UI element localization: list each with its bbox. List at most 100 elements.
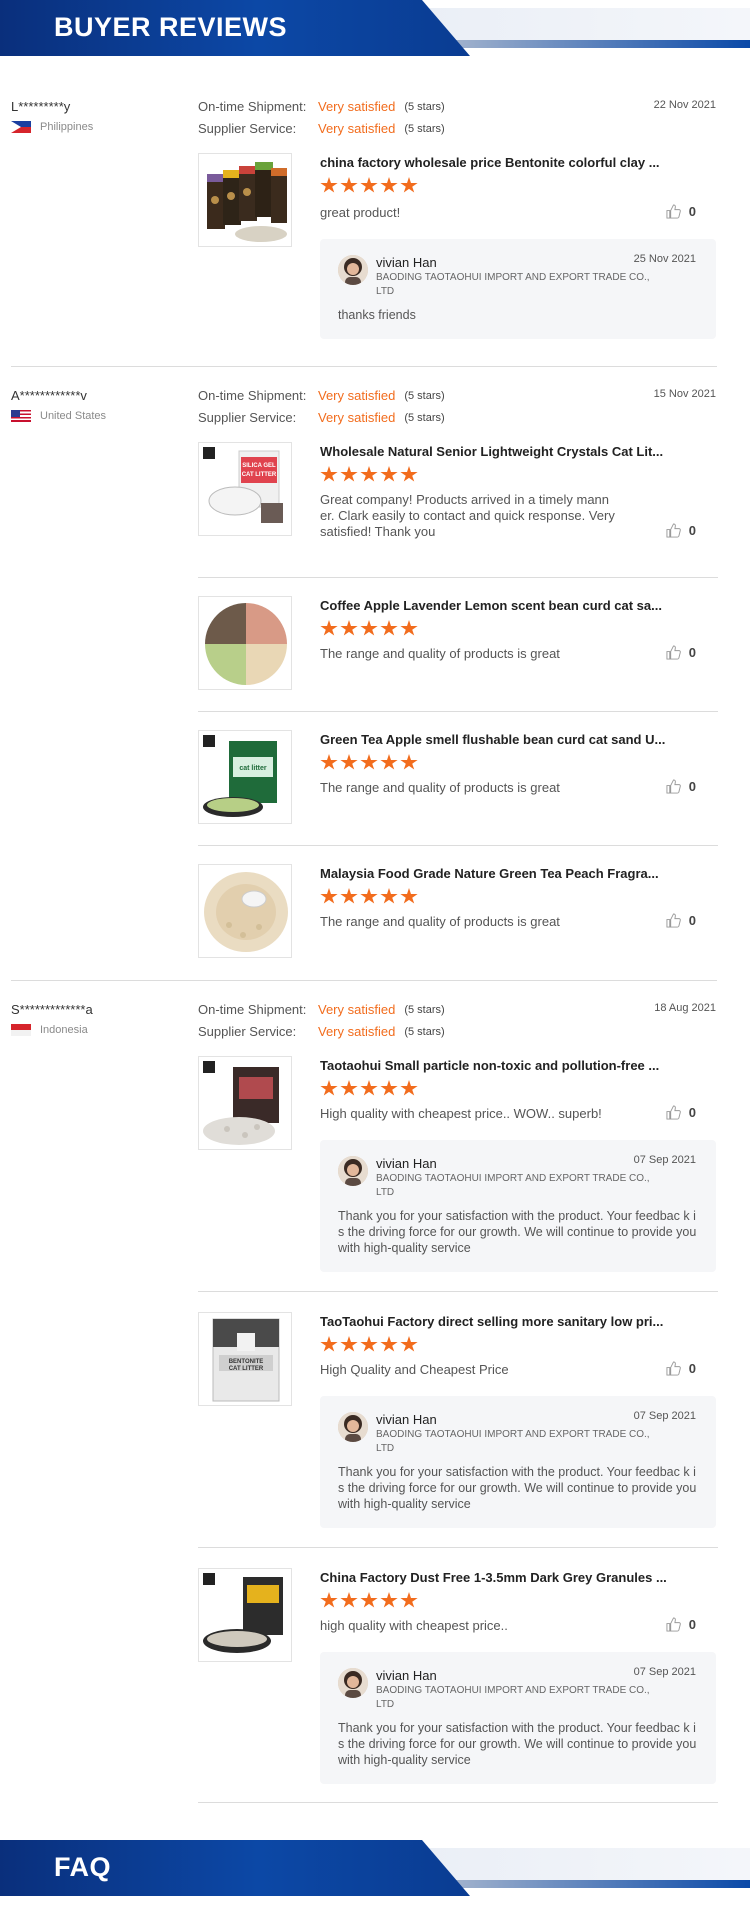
- review-item: China Factory Dust Free 1-3.5mm Dark Gre…: [198, 1568, 718, 1788]
- like-button[interactable]: 0: [666, 204, 696, 219]
- product-title[interactable]: TaoTaohui Factory direct selling more sa…: [320, 1314, 663, 1329]
- like-count: 0: [688, 1361, 696, 1376]
- product-thumbnail[interactable]: SILICA GEL CAT LITTER: [198, 442, 292, 536]
- like-count: 0: [688, 1105, 696, 1120]
- buyer-country: United States: [11, 410, 106, 422]
- product-thumbnail[interactable]: cat litter: [198, 730, 292, 824]
- supplier-label: Supplier Service:: [198, 1024, 297, 1039]
- like-button[interactable]: 0: [666, 523, 696, 538]
- star-icon: [340, 1080, 358, 1096]
- star-icon: [380, 1336, 398, 1352]
- star-rating: [320, 177, 420, 194]
- star-icon: [320, 466, 338, 482]
- supplier-label: Supplier Service:: [198, 410, 297, 425]
- star-icon: [380, 1080, 398, 1096]
- thumbs-up-icon: [666, 1617, 681, 1632]
- star-icon: [340, 177, 358, 193]
- item-divider: [198, 711, 718, 712]
- like-button[interactable]: 0: [666, 1617, 696, 1632]
- review-date: 15 Nov 2021: [653, 388, 716, 400]
- like-count: 0: [688, 913, 696, 928]
- reply-author: vivian Han: [376, 255, 437, 270]
- product-title[interactable]: Malaysia Food Grade Nature Green Tea Pea…: [320, 866, 659, 881]
- like-button[interactable]: 0: [666, 779, 696, 794]
- reply-text: Thank you for your satisfaction with the…: [338, 1465, 697, 1511]
- country-name: Indonesia: [40, 1024, 88, 1036]
- star-icon: [340, 888, 358, 904]
- review-divider: [11, 980, 717, 981]
- svg-text:BENTONITE: BENTONITE: [229, 1359, 264, 1365]
- product-title[interactable]: china factory wholesale price Bentonite …: [320, 155, 660, 170]
- like-count: 0: [688, 523, 696, 538]
- ontime-shipment-rating: On-time Shipment: Very satisfied (5 star…: [198, 388, 445, 403]
- review-comment: high quality with cheapest price..: [320, 1618, 508, 1633]
- product-title[interactable]: Coffee Apple Lavender Lemon scent bean c…: [320, 598, 662, 613]
- avatar: [338, 255, 368, 285]
- star-rating: [320, 754, 420, 771]
- product-title[interactable]: Wholesale Natural Senior Lightweight Cry…: [320, 444, 663, 459]
- star-icon: [340, 1336, 358, 1352]
- product-thumbnail[interactable]: [198, 1568, 292, 1662]
- buyer-country: Indonesia: [11, 1024, 88, 1036]
- supplier-reply: vivian Han BAODING TAOTAOHUI IMPORT AND …: [320, 1652, 716, 1784]
- product-title[interactable]: Taotaohui Small particle non-toxic and p…: [320, 1058, 659, 1073]
- reply-author: vivian Han: [376, 1156, 437, 1171]
- product-thumbnail[interactable]: [198, 864, 292, 958]
- product-title[interactable]: China Factory Dust Free 1-3.5mm Dark Gre…: [320, 1570, 667, 1585]
- supplier-reply: vivian Han BAODING TAOTAOHUI IMPORT AND …: [320, 1140, 716, 1272]
- product-thumbnail[interactable]: [198, 153, 292, 247]
- product-thumbnail[interactable]: [198, 1056, 292, 1150]
- reply-text: Thank you for your satisfaction with the…: [338, 1721, 697, 1767]
- item-divider: [198, 1291, 718, 1292]
- star-icon: [320, 620, 338, 636]
- item-divider: [198, 1802, 718, 1803]
- review-comment: The range and quality of products is gre…: [320, 780, 560, 795]
- like-button[interactable]: 0: [666, 1105, 696, 1120]
- star-rating: [320, 1592, 420, 1609]
- star-icon: [400, 620, 418, 636]
- product-thumbnail[interactable]: BENTONITE CAT LITTER: [198, 1312, 292, 1406]
- like-button[interactable]: 0: [666, 913, 696, 928]
- star-icon: [400, 1336, 418, 1352]
- buyer-country: Philippines: [11, 121, 93, 133]
- star-icon: [360, 1080, 378, 1096]
- like-count: 0: [688, 645, 696, 660]
- ontime-value: Very satisfied: [318, 1002, 396, 1017]
- item-divider: [198, 845, 718, 846]
- supplier-value: Very satisfied: [318, 121, 396, 136]
- star-icon: [380, 177, 398, 193]
- like-count: 0: [688, 779, 696, 794]
- star-icon: [400, 1080, 418, 1096]
- star-icon: [320, 177, 338, 193]
- reply-author: vivian Han: [376, 1668, 437, 1683]
- review-comment: The range and quality of products is gre…: [320, 914, 560, 929]
- review-date: 22 Nov 2021: [653, 99, 716, 111]
- product-thumbnail[interactable]: [198, 596, 292, 690]
- reply-date: 07 Sep 2021: [633, 1410, 696, 1422]
- review-item: BENTONITE CAT LITTER TaoTaohui Factory d…: [198, 1312, 718, 1532]
- star-rating: [320, 466, 420, 483]
- product-title[interactable]: Green Tea Apple smell flushable bean cur…: [320, 732, 665, 747]
- star-icon: [380, 1592, 398, 1608]
- review-date: 18 Aug 2021: [654, 1002, 716, 1014]
- star-icon: [320, 888, 338, 904]
- review-item: SILICA GEL CAT LITTER Wholesale Natural …: [198, 442, 718, 552]
- svg-text:SILICA GEL: SILICA GEL: [242, 463, 276, 469]
- star-icon: [400, 1592, 418, 1608]
- star-icon: [360, 466, 378, 482]
- supplier-stars: (5 stars): [404, 1025, 445, 1038]
- reply-date: 07 Sep 2021: [633, 1666, 696, 1678]
- ontime-shipment-rating: On-time Shipment: Very satisfied (5 star…: [198, 99, 445, 114]
- supplier-stars: (5 stars): [404, 122, 445, 135]
- star-icon: [320, 1336, 338, 1352]
- like-button[interactable]: 0: [666, 1361, 696, 1376]
- svg-text:cat litter: cat litter: [239, 765, 267, 772]
- like-count: 0: [688, 1617, 696, 1632]
- like-button[interactable]: 0: [666, 645, 696, 660]
- avatar: [338, 1668, 368, 1698]
- supplier-service-rating: Supplier Service: Very satisfied (5 star…: [198, 410, 445, 425]
- indonesia-flag-icon: [11, 1024, 31, 1036]
- svg-text:CAT LITTER: CAT LITTER: [229, 1366, 264, 1372]
- star-icon: [360, 1336, 378, 1352]
- thumbs-up-icon: [666, 645, 681, 660]
